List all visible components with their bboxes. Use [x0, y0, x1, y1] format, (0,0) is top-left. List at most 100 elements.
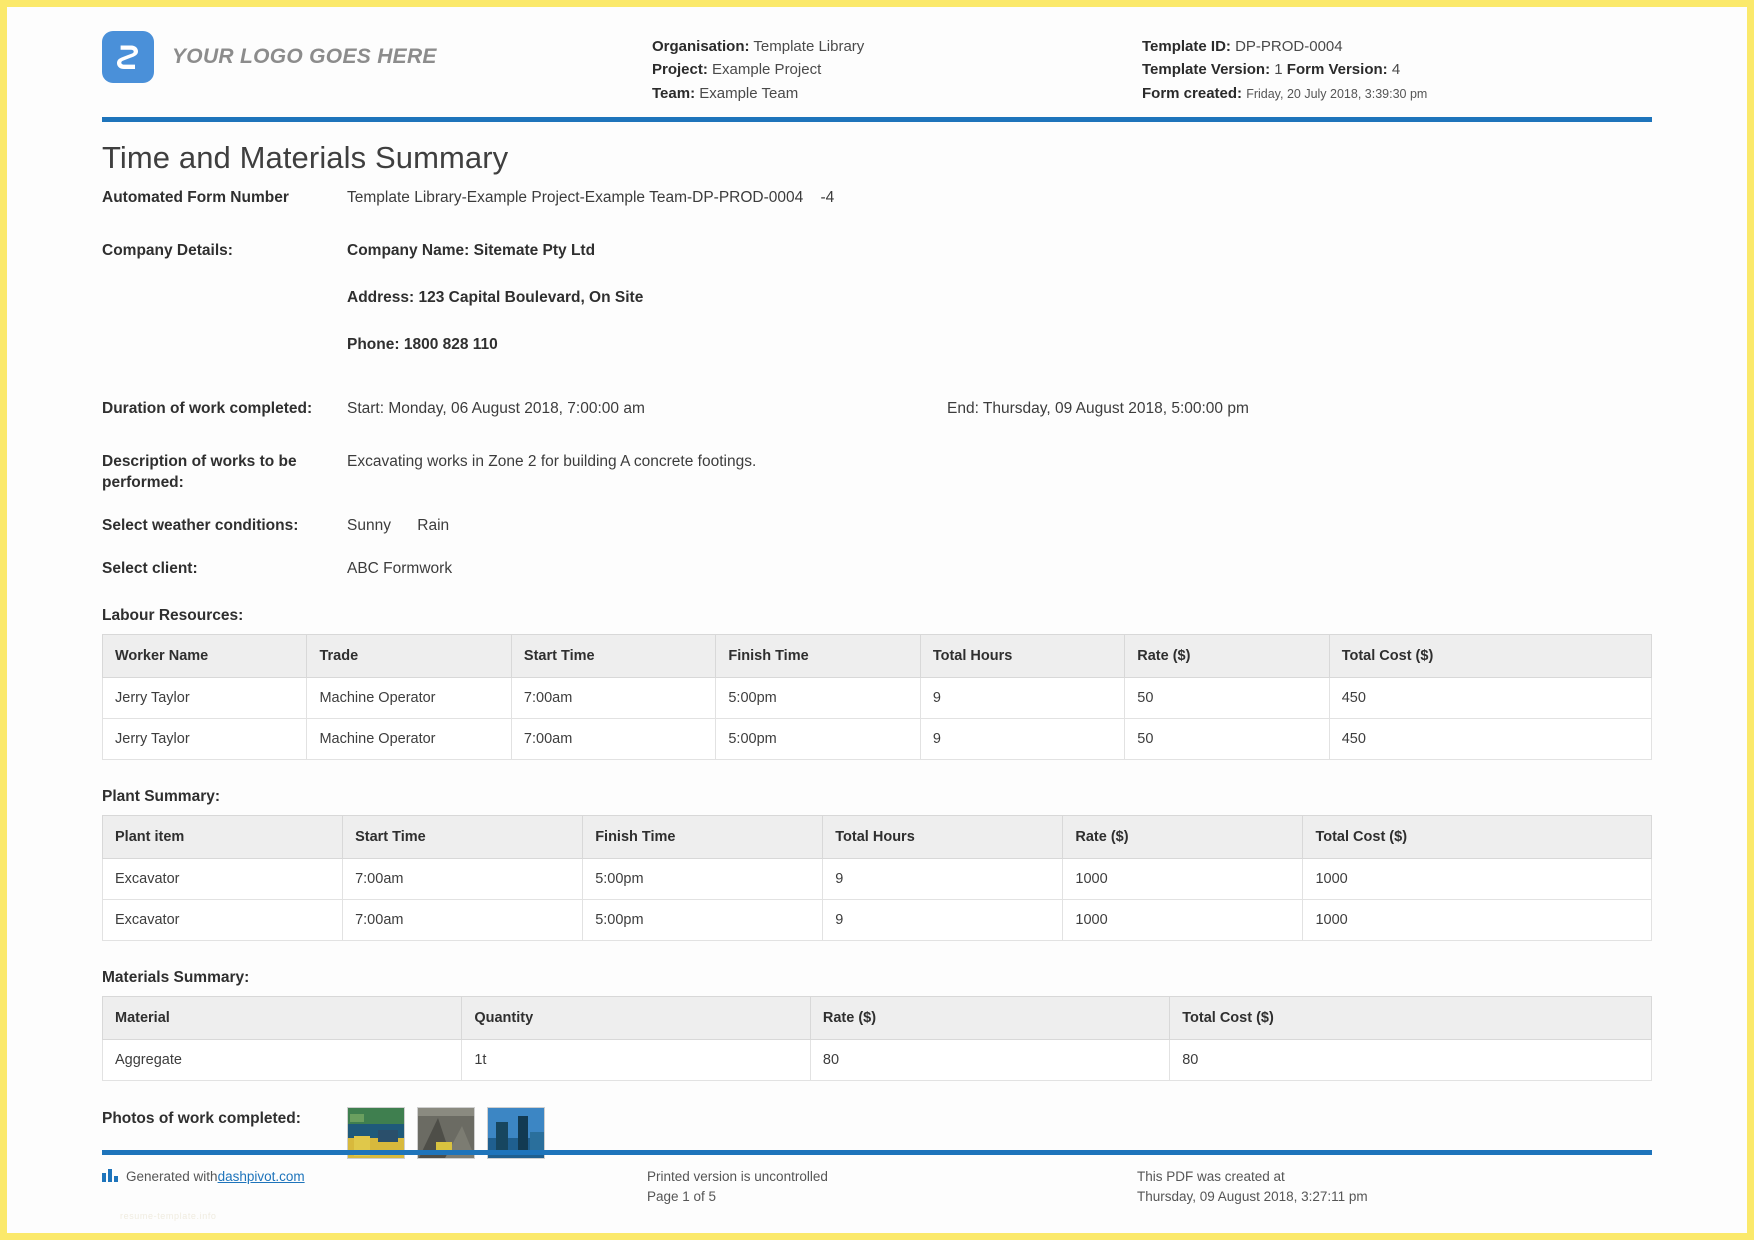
team-label: Team: [652, 84, 696, 102]
column-header: Total Hours [822, 815, 1064, 860]
logo-text: YOUR LOGO GOES HERE [172, 45, 437, 68]
table-row: Jerry Taylor Machine Operator 7:00am 5:0… [101, 718, 1653, 761]
project-value: Example Project [712, 61, 822, 79]
template-version-value: 1 [1274, 61, 1283, 79]
description-value: Excavating works in Zone 2 for building … [347, 453, 757, 471]
bar-chart-icon [102, 1167, 118, 1188]
duration-start: Start: Monday, 06 August 2018, 7:00:00 a… [347, 400, 645, 418]
column-header: Total Cost ($) [1169, 996, 1652, 1041]
column-header: Total Cost ($) [1302, 815, 1652, 860]
page-frame-bottom [0, 1233, 1754, 1240]
field-select-client: Select client: ABC Formwork [102, 555, 1662, 582]
table-cell: 9 [919, 718, 1126, 761]
table-cell: 5:00pm [582, 858, 824, 901]
page-frame-top [0, 0, 1754, 7]
page-title: Time and Materials Summary [102, 139, 509, 175]
automated-form-number-suffix: -4 [820, 188, 835, 206]
column-header: Total Cost ($) [1328, 634, 1653, 679]
organisation-line: Organisation: Template Library [652, 35, 1142, 58]
automated-form-number-value: Template Library-Example Project-Example… [347, 188, 804, 206]
field-label: Photos of work completed: [102, 1110, 301, 1128]
column-header: Start Time [342, 815, 584, 860]
labour-resources-table: Worker Name Trade Start Time Finish Time… [101, 634, 1653, 761]
table-cell: 50 [1124, 677, 1330, 720]
document-content: YOUR LOGO GOES HERE Organisation: Templa… [92, 7, 1662, 1160]
table-cell: 450 [1328, 718, 1653, 761]
table-cell: 80 [1169, 1039, 1652, 1082]
field-label: Select client: [102, 559, 198, 577]
table-cell: 1000 [1062, 858, 1304, 901]
table-cell: 9 [822, 858, 1064, 901]
header-divider [102, 116, 1652, 122]
footer-generated-text: Generated with [126, 1168, 218, 1184]
table-cell: 7:00am [342, 858, 584, 901]
document-footer: Generated with dashpivot.com Printed ver… [92, 1149, 1662, 1221]
team-value: Example Team [699, 84, 799, 102]
table-cell: 9 [822, 899, 1064, 942]
footer-created-at: This PDF was created at Thursday, 09 Aug… [1137, 1167, 1652, 1208]
table-cell: 1t [461, 1039, 811, 1082]
logo-block: YOUR LOGO GOES HERE [92, 31, 652, 83]
footer-print-status: Printed version is uncontrolled Page 1 o… [647, 1167, 1137, 1208]
table-cell: Jerry Taylor [101, 718, 308, 761]
template-id-value: DP-PROD-0004 [1235, 38, 1343, 55]
table-cell: 1000 [1302, 858, 1652, 901]
table-cell: Aggregate [101, 1039, 463, 1082]
column-header: Finish Time [715, 634, 921, 679]
column-header: Trade [306, 634, 512, 679]
company-logo-icon [102, 31, 154, 83]
field-label: Automated Form Number [102, 188, 289, 206]
table-cell: 450 [1328, 677, 1653, 720]
field-value: Template Library-Example Project-Example… [347, 186, 834, 209]
column-header: Material [101, 996, 463, 1041]
footer-created-label: This PDF was created at [1137, 1168, 1285, 1184]
project-label: Project: [652, 61, 708, 79]
page-frame-left [0, 0, 7, 1240]
column-header: Total Hours [919, 634, 1126, 679]
field-automated-form-number: Automated Form Number Template Library-E… [102, 184, 1662, 211]
organisation-value: Template Library [753, 38, 865, 55]
table-cell: Jerry Taylor [101, 677, 308, 720]
document-sheet: YOUR LOGO GOES HERE Organisation: Templa… [7, 7, 1747, 1233]
labour-resources-heading: Labour Resources: [102, 607, 244, 625]
company-phone: Phone: 1800 828 110 [347, 335, 498, 353]
field-label: Select weather conditions: [102, 516, 299, 534]
table-header-row: Material Quantity Rate ($) Total Cost ($… [101, 996, 1652, 1041]
field-label: Duration of work completed: [102, 400, 313, 418]
company-details-values: Company Name: Sitemate Pty Ltd Address: … [347, 239, 643, 356]
materials-summary-table: Material Quantity Rate ($) Total Cost ($… [101, 996, 1652, 1082]
column-header: Start Time [510, 634, 717, 679]
duration-end: End: Thursday, 09 August 2018, 5:00:00 p… [947, 400, 1249, 418]
footer-created-timestamp: Thursday, 09 August 2018, 3:27:11 pm [1137, 1188, 1368, 1204]
column-header: Plant item [101, 815, 344, 860]
table-row: Jerry Taylor Machine Operator 7:00am 5:0… [101, 677, 1653, 720]
table-cell: 80 [809, 1039, 1171, 1082]
table-cell: Excavator [101, 858, 344, 901]
team-line: Team: Example Team [652, 82, 1142, 105]
table-cell: 1000 [1302, 899, 1652, 942]
form-created-line: Form created: Friday, 20 July 2018, 3:39… [1142, 82, 1662, 105]
template-id-line: Template ID: DP-PROD-0004 [1142, 35, 1662, 58]
plant-summary-heading: Plant Summary: [102, 788, 221, 806]
template-version-label: Template Version: [1142, 61, 1271, 79]
dashpivot-link[interactable]: dashpivot.com [218, 1167, 305, 1187]
column-header: Finish Time [582, 815, 824, 860]
table-row: Excavator 7:00am 5:00pm 9 1000 1000 [101, 899, 1652, 942]
document-header: YOUR LOGO GOES HERE Organisation: Templa… [92, 25, 1662, 115]
table-cell: 7:00am [510, 718, 717, 761]
table-header-row: Plant item Start Time Finish Time Total … [101, 815, 1652, 860]
table-cell: Machine Operator [306, 677, 512, 720]
header-meta-left: Organisation: Template Library Project: … [652, 31, 1142, 105]
form-version-label: Form Version: [1286, 61, 1388, 79]
column-header: Rate ($) [1124, 634, 1330, 679]
field-weather-conditions: Select weather conditions: Sunny Rain [102, 512, 1662, 539]
materials-summary-heading: Materials Summary: [102, 969, 250, 987]
table-row: Aggregate 1t 80 80 [101, 1039, 1652, 1082]
form-version-value: 4 [1391, 61, 1401, 79]
table-row: Excavator 7:00am 5:00pm 9 1000 1000 [101, 858, 1652, 901]
field-label: Description of works to be performed: [102, 453, 297, 491]
field-duration-of-work: Duration of work completed: Start: Monda… [102, 395, 1662, 422]
weather-value-rain: Rain [417, 516, 450, 534]
form-created-label: Form created: [1142, 84, 1243, 102]
header-meta-right: Template ID: DP-PROD-0004 Template Versi… [1142, 31, 1662, 105]
